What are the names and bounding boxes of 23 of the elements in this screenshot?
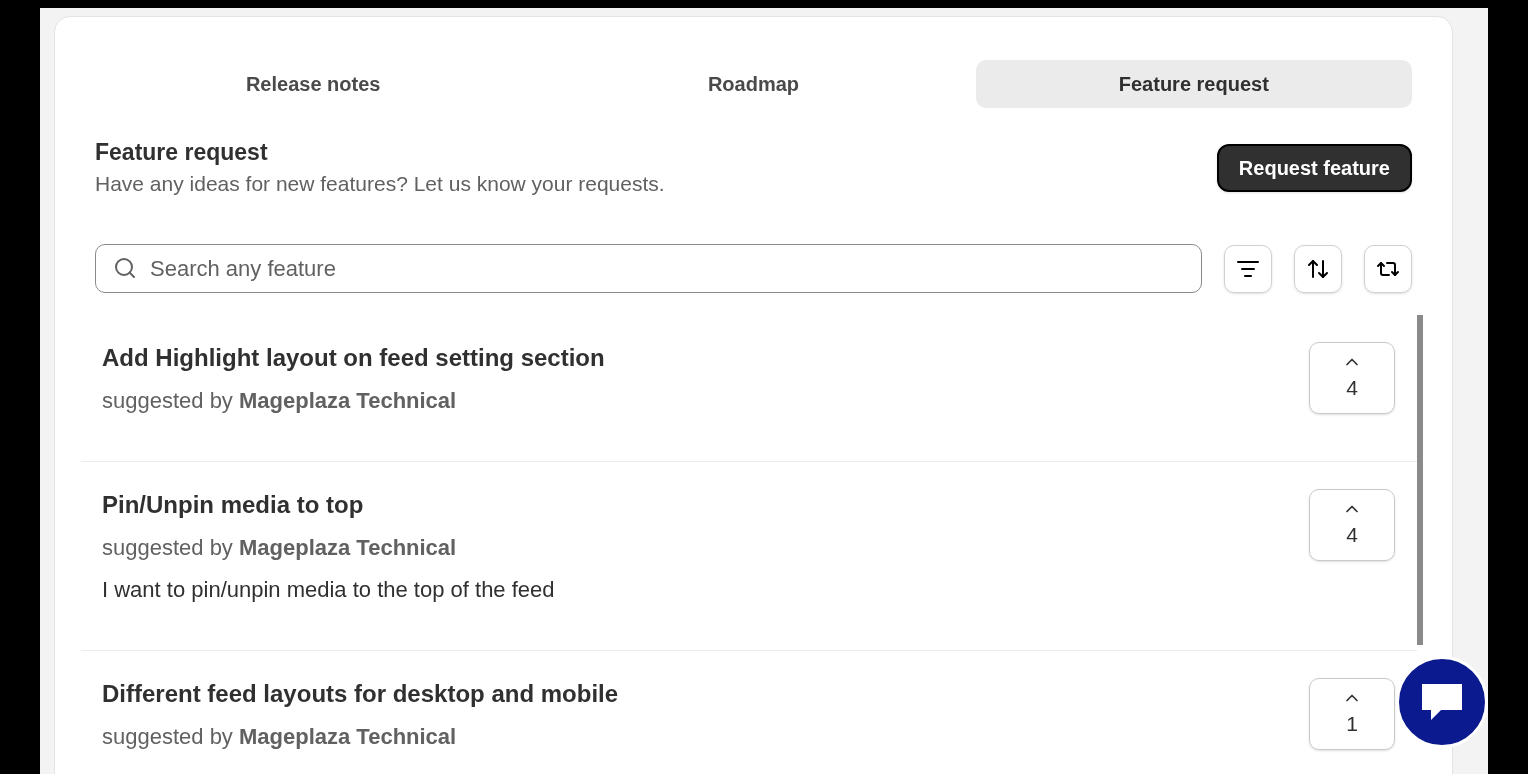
upvote-button[interactable]: 4 — [1309, 489, 1395, 561]
upvote-button[interactable]: 1 — [1309, 678, 1395, 750]
section-title: Feature request — [95, 138, 269, 167]
request-feature-button[interactable]: Request feature — [1216, 144, 1412, 192]
request-title[interactable]: Pin/Unpin media to top — [102, 489, 555, 521]
search-field[interactable]: Search any feature — [95, 244, 1202, 293]
request-title[interactable]: Add Highlight layout on feed setting section — [102, 342, 605, 374]
tab[interactable]: Release notes — [95, 60, 532, 108]
refresh-button[interactable] — [1364, 244, 1412, 293]
chat-bubble-icon — [1419, 681, 1465, 723]
tab[interactable]: Feature request — [975, 60, 1412, 108]
request-author: suggested by Mageplaza Technical — [102, 723, 458, 751]
search-icon — [113, 256, 137, 280]
tab[interactable]: Roadmap — [535, 60, 972, 108]
request-author: suggested by Mageplaza Technical — [102, 387, 458, 415]
request-author: suggested by Mageplaza Technical — [102, 534, 458, 562]
request-title[interactable]: Different feed layouts for desktop and mobile — [102, 678, 619, 710]
scrollbar[interactable] — [1417, 315, 1423, 645]
upvote-button[interactable]: 4 — [1309, 342, 1395, 414]
request-description: I want to pin/unpin media to the top of the feed — [102, 576, 555, 604]
filter-button[interactable] — [1224, 244, 1272, 293]
section-subtitle: Have any ideas for new features? Let us know your requests. — [95, 171, 665, 197]
sort-button[interactable] — [1294, 244, 1342, 293]
